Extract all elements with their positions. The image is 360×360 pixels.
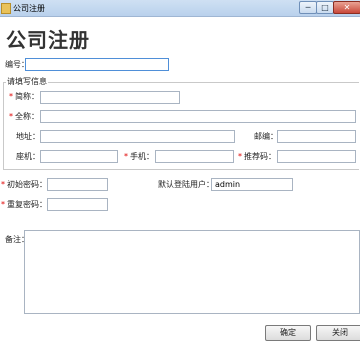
page-title: 公司注册 <box>6 28 90 52</box>
required-mark: * <box>1 200 5 209</box>
app-icon <box>1 3 11 14</box>
postcode-label: 邮编： <box>254 132 278 141</box>
referral-label: * 推荐码： <box>238 152 276 161</box>
full-name-input[interactable] <box>40 110 356 123</box>
address-label: 地址： <box>16 132 40 141</box>
init-password-label: * 初始密码： <box>1 180 47 189</box>
close-window-button[interactable]: ✕ <box>333 1 360 14</box>
window-titlebar: 公司注册 ─ □ ✕ <box>0 0 360 17</box>
default-user-input[interactable] <box>211 178 293 191</box>
mobile-input[interactable] <box>155 150 234 163</box>
repeat-password-input[interactable] <box>47 198 108 211</box>
init-password-input[interactable] <box>47 178 108 191</box>
required-mark: * <box>9 92 13 101</box>
group-title: 请填写信息 <box>6 76 48 88</box>
address-input[interactable] <box>40 130 235 143</box>
remark-textarea[interactable] <box>24 230 360 314</box>
referral-input[interactable] <box>277 150 356 163</box>
phone-input[interactable] <box>40 150 118 163</box>
ok-button[interactable]: 确定 <box>265 325 311 341</box>
maximize-button[interactable]: □ <box>316 1 334 14</box>
phone-label: 座机： <box>16 152 40 161</box>
mobile-label: * 手机： <box>124 152 154 161</box>
required-mark: * <box>9 112 13 121</box>
required-mark: * <box>238 152 242 161</box>
window-title: 公司注册 <box>13 4 45 13</box>
repeat-password-label: * 重复密码： <box>1 200 47 209</box>
code-input[interactable] <box>25 58 169 71</box>
close-button[interactable]: 关闭 <box>316 325 360 341</box>
required-mark: * <box>1 180 5 189</box>
full-name-label: * 全称： <box>9 112 39 121</box>
short-name-label: * 简称： <box>9 92 39 101</box>
postcode-input[interactable] <box>277 130 356 143</box>
required-mark: * <box>124 152 128 161</box>
default-user-label: 默认登陆用户： <box>158 180 214 189</box>
minimize-button[interactable]: ─ <box>299 1 317 14</box>
short-name-input[interactable] <box>40 91 180 104</box>
